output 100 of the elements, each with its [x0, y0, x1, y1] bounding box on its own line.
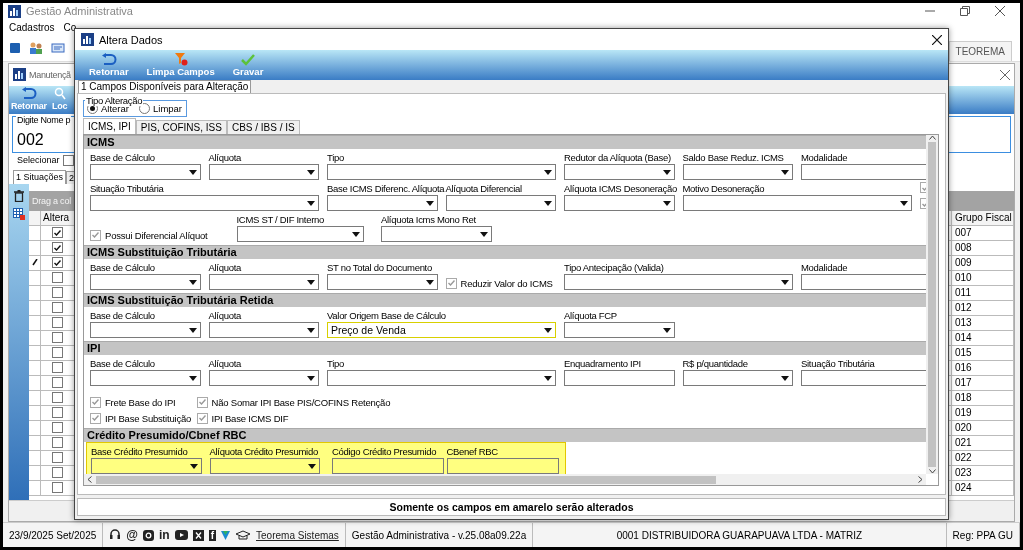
grid-icon[interactable] — [13, 207, 25, 220]
checkbox[interactable] — [52, 407, 63, 419]
dropdown[interactable] — [90, 195, 319, 211]
scrollbar-thumb[interactable] — [96, 475, 716, 484]
checkbox[interactable] — [52, 422, 63, 434]
email-icon[interactable]: @ — [126, 528, 138, 543]
dropdown[interactable] — [209, 458, 320, 474]
checkbox[interactable] — [52, 332, 63, 344]
scroll-down-icon[interactable] — [928, 469, 936, 474]
field-label: Alíquota — [208, 357, 241, 370]
dropdown[interactable] — [208, 164, 319, 180]
tab[interactable]: CBS / IBS / IS — [226, 120, 300, 134]
scrollbar-thumb[interactable] — [928, 142, 936, 467]
dropdown[interactable]: Preço de Venda — [327, 322, 556, 338]
input-field[interactable] — [801, 370, 926, 386]
dropdown[interactable] — [327, 274, 438, 290]
play-icon[interactable] — [174, 530, 188, 541]
dropdown[interactable] — [564, 195, 675, 211]
cross-tile-icon[interactable] — [192, 529, 204, 541]
dropdown[interactable] — [208, 322, 319, 338]
dropdown[interactable] — [381, 226, 492, 242]
checkbox[interactable] — [52, 452, 63, 464]
checkbox[interactable] — [52, 347, 63, 359]
checkbox[interactable] — [52, 482, 63, 494]
field-label: Tipo — [327, 151, 344, 164]
dropdown-arrow-icon — [662, 200, 671, 206]
tab[interactable]: ICMS, IPI — [83, 118, 136, 134]
close-icon[interactable] — [932, 34, 942, 45]
dropdown[interactable] — [236, 226, 364, 242]
tab[interactable]: PIS, COFINS, ISS — [135, 120, 227, 134]
input-field[interactable] — [446, 458, 559, 474]
checkbox[interactable] — [52, 362, 63, 374]
dropdown[interactable] — [90, 164, 201, 180]
people-icon[interactable] — [29, 40, 43, 55]
dropdown[interactable] — [564, 322, 675, 338]
network-icon[interactable]: in — [159, 528, 170, 543]
dropdown[interactable] — [682, 370, 793, 386]
field-label: ICMS ST / DIF Interno — [236, 213, 324, 226]
checkbox[interactable] — [90, 412, 101, 424]
checkbox[interactable] — [52, 392, 63, 404]
scroll-right-icon[interactable] — [918, 476, 923, 483]
dropdown[interactable] — [327, 370, 556, 386]
checkbox[interactable] — [90, 396, 101, 408]
checkbox[interactable] — [52, 437, 63, 449]
checkbox[interactable] — [52, 377, 63, 389]
headset-icon[interactable] — [109, 529, 122, 542]
checkbox[interactable] — [52, 302, 63, 314]
checkbox[interactable] — [52, 467, 63, 479]
checkbox[interactable] — [52, 242, 63, 254]
close-icon[interactable] — [995, 6, 1005, 17]
checkbox[interactable] — [52, 317, 63, 329]
social-icon[interactable]: f — [208, 529, 217, 541]
checkbox[interactable] — [52, 287, 63, 299]
restore-icon[interactable] — [960, 6, 970, 17]
checkbox[interactable] — [196, 396, 208, 408]
checkbox[interactable] — [196, 412, 208, 424]
input-field[interactable] — [801, 274, 926, 290]
tab[interactable]: 1 Situações — [13, 169, 67, 184]
dropdown[interactable] — [208, 370, 319, 386]
dropdown-arrow-icon — [662, 169, 671, 175]
dropdown[interactable] — [90, 274, 201, 290]
checkbox[interactable] — [52, 257, 63, 269]
dropdown[interactable] — [91, 458, 202, 474]
trash-icon[interactable] — [14, 189, 24, 202]
dropdown[interactable] — [445, 195, 556, 211]
dropdown[interactable] — [682, 195, 912, 211]
horizontal-scrollbar[interactable] — [84, 474, 926, 485]
dropdown[interactable] — [90, 322, 201, 338]
dropdown[interactable] — [208, 274, 319, 290]
table-cell: 009 — [952, 255, 1014, 270]
card-icon[interactable] — [51, 41, 65, 54]
dropdown[interactable] — [327, 164, 556, 180]
link[interactable]: Teorema Sistemas — [256, 529, 339, 541]
checkbox[interactable] — [52, 227, 63, 239]
section-header: ICMS — [84, 135, 926, 149]
tab[interactable]: TEOREMA — [948, 40, 1012, 61]
column-header[interactable]: Grupo Fiscal — [952, 210, 1014, 225]
input-field[interactable] — [332, 458, 444, 474]
dropdown[interactable] — [564, 274, 793, 290]
checkbox[interactable] — [52, 272, 63, 284]
checkbox[interactable] — [90, 229, 101, 241]
dropdown[interactable] — [327, 195, 438, 211]
checkbox[interactable] — [62, 154, 74, 166]
dropdown-arrow-icon — [188, 169, 197, 175]
dropdown[interactable] — [564, 164, 675, 180]
vertical-scrollbar[interactable] — [926, 135, 938, 474]
checkbox[interactable] — [445, 277, 457, 289]
camera-icon[interactable] — [143, 529, 154, 541]
triangle-logo-icon[interactable] — [221, 530, 231, 540]
table-cell: 022 — [952, 450, 1014, 465]
undo-icon — [100, 53, 117, 66]
scroll-left-icon[interactable] — [87, 476, 92, 483]
dropdown[interactable] — [682, 164, 793, 180]
dropdown[interactable] — [90, 370, 201, 386]
input-field[interactable] — [801, 164, 926, 180]
tab[interactable]: 1 Campos Disponíveis para Alteração — [78, 80, 252, 93]
graduation-cap-icon[interactable] — [235, 529, 252, 541]
menu-item[interactable]: Cadastros — [9, 21, 55, 33]
scroll-up-icon[interactable] — [928, 135, 936, 140]
input-field[interactable] — [564, 370, 675, 386]
